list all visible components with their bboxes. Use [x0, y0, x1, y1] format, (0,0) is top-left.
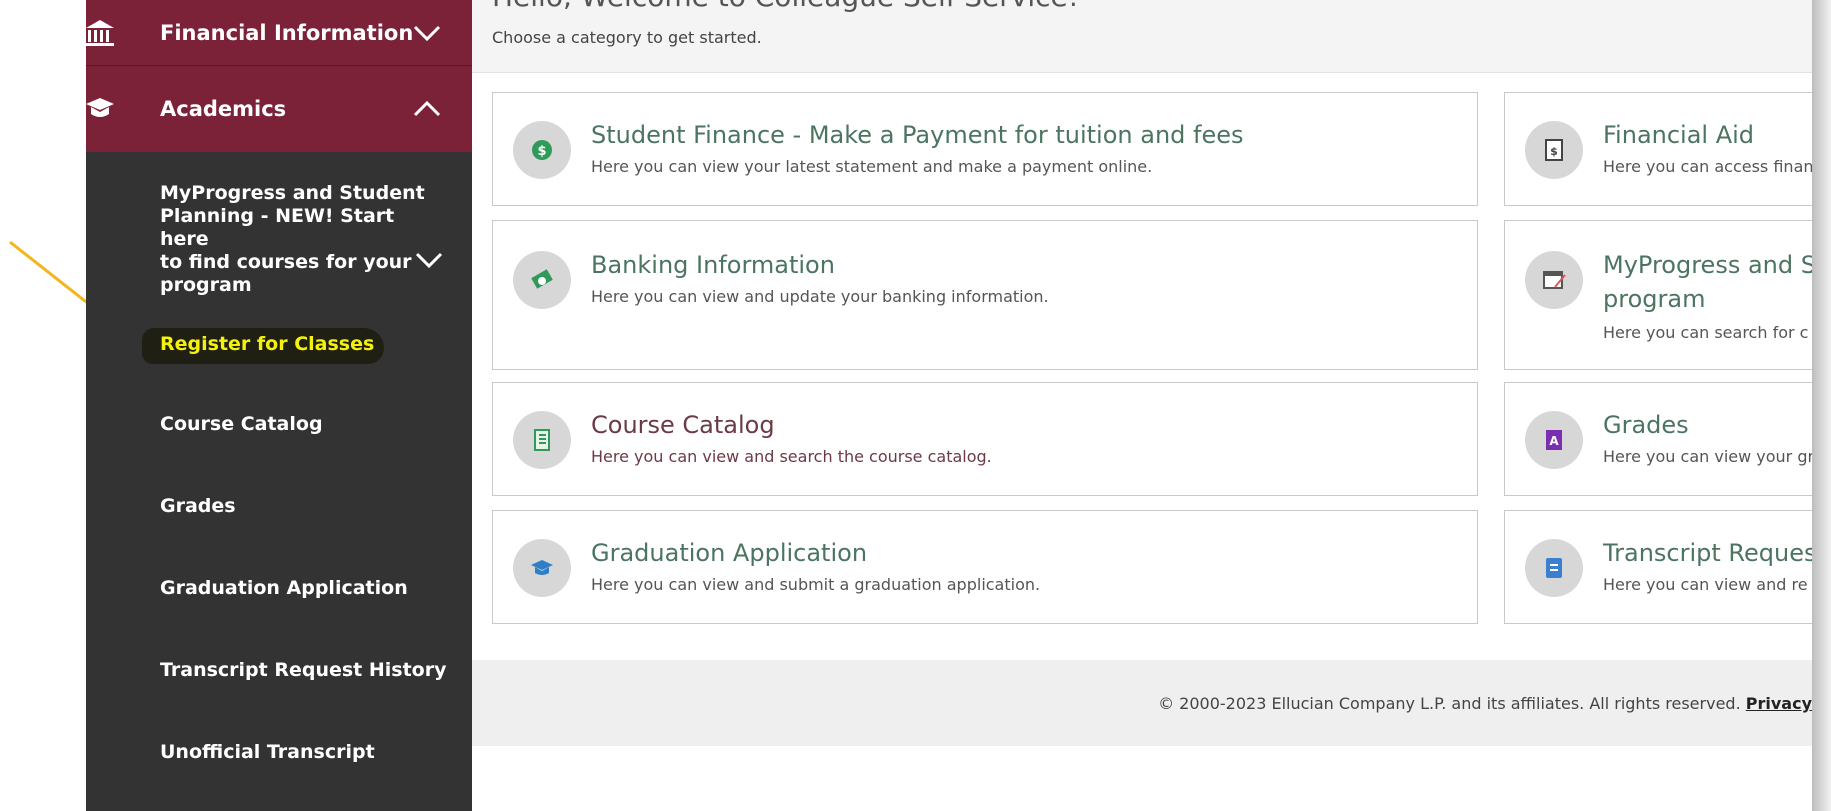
chevron-up-icon	[413, 100, 441, 117]
card-grades-title: Grades	[1603, 411, 1689, 439]
sidebar-item-myprogress-line-4: program	[160, 274, 252, 296]
sidebar-item-register-label: Register for Classes	[160, 333, 375, 355]
sidebar-item-transcript-request-history[interactable]: Transcript Request History	[160, 659, 447, 681]
sidebar-item-graduation-application[interactable]: Graduation Application	[160, 577, 408, 599]
cash-icon	[513, 251, 571, 309]
window-edge-shadow	[1812, 0, 1831, 811]
card-banking-information-desc: Here you can view and update your bankin…	[591, 287, 1049, 306]
card-course-catalog-desc: Here you can view and search the course …	[591, 447, 992, 466]
sidebar: Financial Information Academics MyProgre…	[86, 0, 472, 811]
nav-financial-information[interactable]: Financial Information	[86, 0, 472, 66]
footer: © 2000-2023 Ellucian Company L.P. and it…	[472, 660, 1812, 746]
card-myprogress-title-line-2: program	[1603, 285, 1706, 313]
calendar-icon	[1525, 251, 1583, 309]
sidebar-item-grades[interactable]: Grades	[160, 495, 236, 517]
sidebar-item-myprogress[interactable]: MyProgress and Student Planning - NEW! S…	[160, 182, 430, 297]
card-grades-desc: Here you can view your gr	[1603, 447, 1812, 466]
sidebar-item-myprogress-line-3: to find courses for your	[160, 251, 412, 273]
sidebar-item-myprogress-line-1: MyProgress and Student	[160, 182, 425, 204]
card-banking-information[interactable]: Banking Information Here you can view an…	[492, 220, 1478, 370]
card-graduation-application-title: Graduation Application	[591, 539, 868, 567]
card-transcript-request-desc: Here you can view and re	[1603, 575, 1808, 594]
card-transcript-request-title: Transcript Request	[1603, 539, 1812, 567]
page-title: Hello, Welcome to Colleague Self-Service…	[492, 0, 1079, 13]
card-student-finance-desc: Here you can view your latest statement …	[591, 157, 1153, 176]
card-student-finance-title: Student Finance - Make a Payment for tui…	[591, 121, 1244, 149]
card-transcript-request[interactable]: Transcript Request Here you can view and…	[1504, 510, 1812, 624]
dollar-icon: $	[513, 121, 571, 179]
card-financial-aid-title: Financial Aid	[1603, 121, 1755, 149]
nav-academics[interactable]: Academics	[86, 66, 472, 152]
footer-copyright: © 2000-2023 Ellucian Company L.P. and it…	[1158, 694, 1741, 713]
grade-a-icon: A	[1525, 411, 1583, 469]
money-bill-icon: $	[1525, 121, 1583, 179]
sidebar-item-myprogress-line-2: Planning - NEW! Start here	[160, 205, 395, 250]
svg-text:$: $	[537, 144, 546, 159]
page-header: Hello, Welcome to Colleague Self-Service…	[472, 0, 1812, 73]
svg-text:$: $	[1550, 145, 1558, 158]
sidebar-item-course-catalog[interactable]: Course Catalog	[160, 413, 323, 435]
card-course-catalog-title: Course Catalog	[591, 411, 775, 439]
footer-text: © 2000-2023 Ellucian Company L.P. and it…	[1158, 694, 1812, 713]
bank-icon	[86, 19, 114, 46]
page-subtitle: Choose a category to get started.	[492, 28, 762, 47]
card-course-catalog[interactable]: Course Catalog Here you can view and sea…	[492, 382, 1478, 496]
card-myprogress[interactable]: MyProgress and St program Here you can s…	[1504, 220, 1812, 370]
nav-financial-information-label: Financial Information	[160, 20, 414, 45]
sidebar-item-register[interactable]: Register for Classes	[142, 326, 472, 368]
card-banking-information-title: Banking Information	[591, 251, 835, 279]
main-content: Hello, Welcome to Colleague Self-Service…	[472, 0, 1812, 811]
card-student-finance[interactable]: $ Student Finance - Make a Payment for t…	[492, 92, 1478, 206]
card-grades[interactable]: A Grades Here you can view your gr	[1504, 382, 1812, 496]
privacy-link[interactable]: Privacy	[1746, 694, 1812, 713]
notebook-icon	[513, 411, 571, 469]
card-graduation-application[interactable]: Graduation Application Here you can view…	[492, 510, 1478, 624]
card-financial-aid-desc: Here you can access finan	[1603, 157, 1812, 176]
document-icon	[1525, 539, 1583, 597]
graduation-cap-icon	[86, 98, 114, 117]
sidebar-item-unofficial-transcript[interactable]: Unofficial Transcript	[160, 741, 375, 763]
card-financial-aid[interactable]: $ Financial Aid Here you can access fina…	[1504, 92, 1812, 206]
card-myprogress-title-line-1: MyProgress and St	[1603, 251, 1812, 279]
nav-academics-label: Academics	[160, 97, 287, 121]
chevron-down-icon[interactable]	[414, 250, 444, 270]
graduation-cap-icon	[513, 539, 571, 597]
card-myprogress-desc: Here you can search for c	[1603, 323, 1809, 342]
chevron-down-icon	[413, 25, 441, 41]
card-graduation-application-desc: Here you can view and submit a graduatio…	[591, 575, 1041, 594]
svg-text:A: A	[1549, 434, 1559, 448]
